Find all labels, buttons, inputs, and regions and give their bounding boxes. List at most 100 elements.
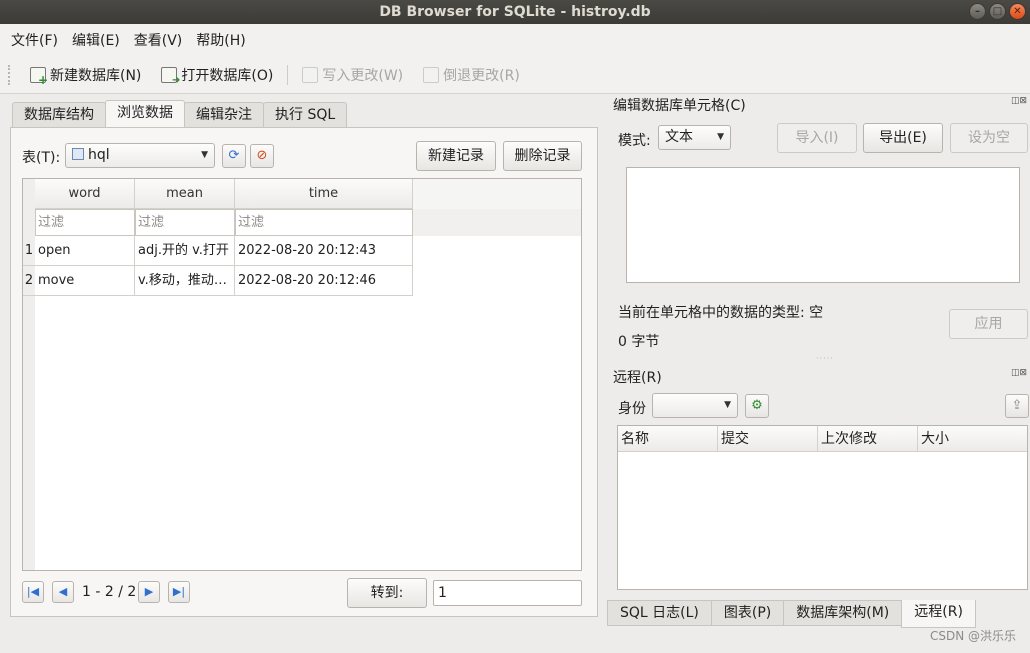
grid-corner[interactable]: [23, 179, 35, 209]
delete-record-button[interactable]: 删除记录: [503, 141, 582, 171]
data-grid[interactable]: word mean time 过滤 过滤 过滤 1 open adj.开的 v.…: [22, 178, 582, 571]
mode-select[interactable]: 文本 ▼: [658, 125, 731, 150]
revert-changes-label: 倒退更改(R): [443, 67, 520, 84]
filter-input-mean[interactable]: 过滤: [135, 209, 235, 236]
refresh-icon: ⟳: [228, 148, 240, 163]
tab-remote[interactable]: 远程(R): [901, 600, 976, 628]
column-header-name[interactable]: 名称: [618, 426, 718, 452]
table-select[interactable]: hql ▼: [65, 143, 215, 168]
last-page-button[interactable]: ▶|: [168, 581, 190, 603]
column-header-commit[interactable]: 提交: [718, 426, 818, 452]
dock-float-close-icon[interactable]: ◫⊠: [1011, 96, 1027, 106]
first-page-icon: |◀: [26, 585, 40, 598]
identity-label: 身份: [618, 401, 646, 417]
table-cell[interactable]: adj.开的 v.打开: [135, 236, 235, 266]
set-null-button[interactable]: 设为空: [950, 123, 1028, 153]
open-database-button[interactable]: 打开数据库(O): [151, 65, 283, 86]
header-filler: [413, 179, 581, 209]
table-cell[interactable]: 2022-08-20 20:12:43: [235, 236, 413, 266]
push-database-button[interactable]: ⇪: [1005, 394, 1029, 418]
watermark: CSDN @洪乐乐: [929, 629, 1016, 643]
column-header-size[interactable]: 大小: [918, 426, 1027, 452]
window-titlebar: DB Browser for SQLite - histroy.db – □ ✕: [0, 0, 1030, 24]
revert-changes-button[interactable]: 倒退更改(R): [413, 65, 530, 85]
filter-clear-icon: ⊘: [256, 148, 268, 163]
tab-sql-log[interactable]: SQL 日志(L): [607, 600, 712, 626]
window-title: DB Browser for SQLite - histroy.db: [379, 4, 651, 20]
write-changes-label: 写入更改(W): [322, 67, 404, 84]
column-header-time[interactable]: time: [235, 179, 413, 209]
chevron-down-icon: ▼: [201, 150, 208, 160]
cell-size-info: 0 字节: [618, 334, 660, 350]
tab-execute-sql[interactable]: 执行 SQL: [263, 102, 348, 128]
filter-input-word[interactable]: 过滤: [35, 209, 135, 236]
prev-page-icon: ◀: [58, 585, 68, 598]
mode-select-value: 文本: [665, 129, 693, 145]
first-page-button[interactable]: |◀: [22, 581, 44, 603]
menu-file[interactable]: 文件(F): [4, 30, 65, 50]
column-header-last-modified[interactable]: 上次修改: [818, 426, 918, 452]
open-database-label: 打开数据库(O): [181, 67, 274, 84]
maximize-icon[interactable]: □: [989, 3, 1006, 20]
identity-select[interactable]: ▼: [652, 393, 738, 418]
refresh-button[interactable]: ⟳: [222, 144, 246, 168]
goto-input[interactable]: 1: [433, 580, 582, 606]
menubar: 文件(F) 编辑(E) 查看(V) 帮助(H): [0, 24, 1030, 56]
toolbar-grip[interactable]: [8, 64, 12, 85]
row-number[interactable]: 2: [23, 266, 35, 296]
tab-database-structure[interactable]: 数据库结构: [12, 102, 106, 128]
tab-db-schema[interactable]: 数据库架构(M): [783, 600, 903, 626]
import-button[interactable]: 导入(I): [777, 123, 857, 153]
table-cell[interactable]: v.移动，推动…: [135, 266, 235, 296]
main-toolbar: 新建数据库(N) 打开数据库(O) 写入更改(W) 倒退更改(R): [0, 56, 1030, 94]
dock-float-close-icon[interactable]: ◫⊠: [1011, 368, 1027, 378]
bottom-dock-tabs: SQL 日志(L) 图表(P) 数据库架构(M) 远程(R): [607, 600, 976, 628]
main-tabs: 数据库结构 浏览数据 编辑杂注 执行 SQL: [12, 100, 348, 128]
prev-page-button[interactable]: ◀: [52, 581, 74, 603]
cell-editor[interactable]: [626, 167, 1020, 283]
cell-type-info: 当前在单元格中的数据的类型: 空: [618, 305, 824, 321]
new-database-icon: [30, 66, 48, 87]
table-select-value: hql: [88, 147, 110, 163]
remote-title: 远程(R): [613, 370, 662, 386]
new-database-label: 新建数据库(N): [50, 67, 142, 84]
last-page-icon: ▶|: [172, 585, 186, 598]
filter-input-time[interactable]: 过滤: [235, 209, 413, 236]
menu-view[interactable]: 查看(V): [127, 30, 190, 50]
table-cell[interactable]: open: [35, 236, 135, 266]
tab-edit-pragmas[interactable]: 编辑杂注: [184, 102, 264, 128]
export-button[interactable]: 导出(E): [863, 123, 943, 153]
identity-settings-button[interactable]: ⚙: [745, 394, 769, 418]
next-page-icon: ▶: [144, 585, 154, 598]
table-icon: [72, 148, 84, 160]
new-record-button[interactable]: 新建记录: [416, 141, 496, 171]
edit-cell-title: 编辑数据库单元格(C): [613, 98, 746, 114]
next-page-button[interactable]: ▶: [138, 581, 160, 603]
row-header-strip: [23, 296, 35, 570]
write-changes-button[interactable]: 写入更改(W): [292, 65, 413, 85]
table-label: 表(T):: [22, 150, 61, 166]
tab-browse-data[interactable]: 浏览数据: [105, 100, 185, 128]
column-header-word[interactable]: word: [35, 179, 135, 209]
clear-filters-button[interactable]: ⊘: [250, 144, 274, 168]
table-cell[interactable]: move: [35, 266, 135, 296]
table-cell[interactable]: 2022-08-20 20:12:46: [235, 266, 413, 296]
menu-edit[interactable]: 编辑(E): [65, 30, 127, 50]
remote-files-table[interactable]: 名称 提交 上次修改 大小: [617, 425, 1028, 590]
row-number[interactable]: 1: [23, 236, 35, 266]
tab-plot[interactable]: 图表(P): [710, 600, 785, 626]
chevron-down-icon: ▼: [717, 132, 724, 142]
apply-button[interactable]: 应用: [949, 309, 1028, 339]
goto-button[interactable]: 转到:: [347, 578, 427, 608]
toolbar-separator: [287, 64, 289, 85]
open-database-icon: [161, 66, 180, 86]
new-database-button[interactable]: 新建数据库(N): [20, 65, 151, 87]
close-icon[interactable]: ✕: [1009, 3, 1026, 20]
column-header-mean[interactable]: mean: [135, 179, 235, 209]
page-info: 1 - 2 / 2: [82, 584, 137, 600]
dock-splitter[interactable]: ·····: [816, 354, 834, 363]
minimize-icon[interactable]: –: [969, 3, 986, 20]
menu-help[interactable]: 帮助(H): [189, 30, 252, 50]
revert-changes-icon: [423, 66, 440, 83]
chevron-down-icon: ▼: [724, 400, 731, 410]
